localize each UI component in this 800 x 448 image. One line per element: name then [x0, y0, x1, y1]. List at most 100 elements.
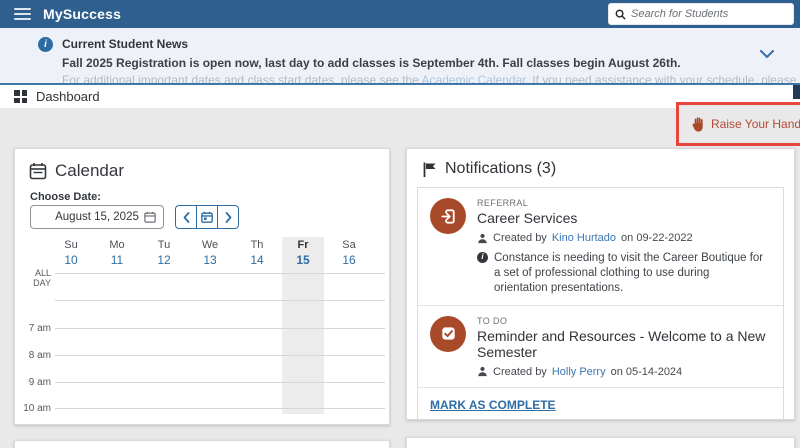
time-label-7am: 7 am [15, 323, 51, 334]
highlight-box: Raise Your Hand [676, 102, 800, 146]
description-text: Constance is needing to visit the Career… [494, 251, 765, 296]
day-abbr: Mo [94, 239, 140, 251]
notification-type: REFERRAL [477, 198, 771, 208]
day-abbr: Tu [141, 239, 187, 251]
breadcrumb-label: Dashboard [36, 89, 100, 104]
notifications-header: Notifications (3) [407, 149, 794, 187]
app-title: MySuccess [43, 6, 121, 22]
date-picker-field[interactable] [30, 205, 164, 229]
mark-complete-row: MARK AS COMPLETE [418, 387, 783, 420]
created-suffix: on 09-22-2022 [621, 232, 693, 244]
referral-icon [430, 198, 466, 234]
day-number: 10 [48, 253, 94, 267]
grid-line [55, 328, 385, 329]
author-link[interactable]: Kino Hurtado [552, 232, 616, 244]
day-number: 14 [234, 253, 280, 267]
grid-line [55, 408, 385, 409]
chevron-right-icon [225, 212, 232, 223]
news-title: Current Student News [62, 37, 188, 51]
partial-card-right [406, 437, 795, 448]
notification-title[interactable]: Career Services [477, 210, 771, 226]
grid-line [55, 382, 385, 383]
partial-card-left [14, 440, 390, 448]
day-cell-we[interactable]: We 13 [187, 239, 233, 267]
time-label-9am: 9 am [15, 377, 51, 388]
news-banner: i Current Student News Fall 2025 Registr… [0, 28, 800, 85]
dashboard-grid-icon [14, 90, 27, 103]
day-abbr: We [187, 239, 233, 251]
time-label-allday: ALL DAY [15, 268, 51, 288]
raise-your-hand-label: Raise Your Hand [711, 117, 800, 131]
day-cell-th[interactable]: Th 14 [234, 239, 280, 267]
notification-body: REFERRAL Career Services Created by Kino… [477, 198, 771, 296]
next-week-button[interactable] [217, 205, 239, 229]
news-more-text: For additional important dates and class… [62, 73, 762, 85]
info-icon: i [38, 37, 53, 52]
day-abbr: Fr [280, 239, 326, 251]
menu-edge-fragment [793, 85, 800, 99]
day-abbr: Sa [326, 239, 372, 251]
day-number: 16 [326, 253, 372, 267]
person-icon [477, 366, 488, 377]
student-search-box[interactable] [608, 3, 794, 25]
notification-body: TO DO Reminder and Resources - Welcome t… [477, 316, 771, 378]
choose-date-label: Choose Date: [30, 191, 101, 203]
news-body: Fall 2025 Registration is open now, last… [62, 56, 722, 70]
notification-item-todo-1[interactable]: TO DO Reminder and Resources - Welcome t… [418, 305, 783, 387]
todo-check-icon [430, 316, 466, 352]
previous-week-button[interactable] [175, 205, 197, 229]
date-input[interactable] [52, 211, 142, 223]
raise-your-hand-button[interactable]: Raise Your Hand [691, 116, 800, 132]
day-number: 13 [187, 253, 233, 267]
notifications-card: Notifications (3) REFERRAL Career Servic… [406, 148, 795, 420]
day-cell-sa[interactable]: Sa 16 [326, 239, 372, 267]
top-navigation-bar: MySuccess [0, 0, 800, 28]
notification-description: i Constance is needing to visit the Care… [477, 251, 771, 296]
chevron-left-icon [183, 212, 190, 223]
day-cell-su[interactable]: Su10 [48, 239, 94, 267]
news-more-prefix: For additional important dates and class… [62, 73, 422, 85]
today-calendar-icon [201, 211, 213, 223]
notifications-title: Notifications (3) [445, 160, 556, 178]
day-abbr: Th [234, 239, 280, 251]
today-button[interactable] [196, 205, 218, 229]
created-suffix: on 05-14-2024 [611, 366, 683, 378]
created-by-line: Created by Kino Hurtado on 09-22-2022 [477, 232, 771, 244]
notification-item-referral[interactable]: REFERRAL Career Services Created by Kino… [418, 188, 783, 305]
created-prefix: Created by [493, 232, 547, 244]
day-number: 15 [280, 253, 326, 267]
day-cell-mo[interactable]: Mo 11 [94, 239, 140, 267]
calendar-glyph-icon [144, 211, 156, 223]
info-icon: i [477, 252, 488, 263]
calendar-header: Calendar [29, 161, 124, 181]
created-by-line: Created by Holly Perry on 05-14-2024 [477, 366, 771, 378]
academic-calendar-link[interactable]: Academic Calendar [422, 73, 526, 85]
person-icon [477, 233, 488, 244]
flag-icon [423, 162, 436, 177]
grid-line [55, 355, 385, 356]
time-label-10am: 10 am [15, 403, 51, 414]
search-icon [615, 9, 626, 20]
calendar-card: Calendar Choose Date: Su10 Mo11 Tu12 We1… [14, 148, 390, 425]
calendar-nav-buttons [175, 205, 239, 229]
mark-as-complete-link[interactable]: MARK AS COMPLETE [430, 398, 556, 412]
news-more-suffix: . If you need assistance with your sched… [526, 73, 800, 85]
raised-hand-icon [691, 116, 706, 132]
search-input[interactable] [631, 8, 787, 20]
day-number: 12 [141, 253, 187, 267]
page-root: MySuccess i Current Student News Fall 20… [0, 0, 800, 448]
hamburger-menu-icon[interactable] [14, 8, 31, 20]
day-number: 11 [94, 253, 140, 267]
chevron-down-icon[interactable] [760, 50, 774, 59]
day-cell-fr-selected[interactable]: Fr 15 [280, 239, 326, 267]
notification-title[interactable]: Reminder and Resources - Welcome to a Ne… [477, 328, 771, 360]
notifications-list: REFERRAL Career Services Created by Kino… [417, 187, 784, 420]
day-cell-tu[interactable]: Tu 12 [141, 239, 187, 267]
calendar-icon [29, 162, 47, 180]
notification-type: TO DO [477, 316, 771, 326]
author-link[interactable]: Holly Perry [552, 366, 606, 378]
time-label-8am: 8 am [15, 350, 51, 361]
calendar-title: Calendar [55, 161, 124, 181]
grid-line [55, 273, 385, 274]
grid-line [55, 300, 385, 301]
